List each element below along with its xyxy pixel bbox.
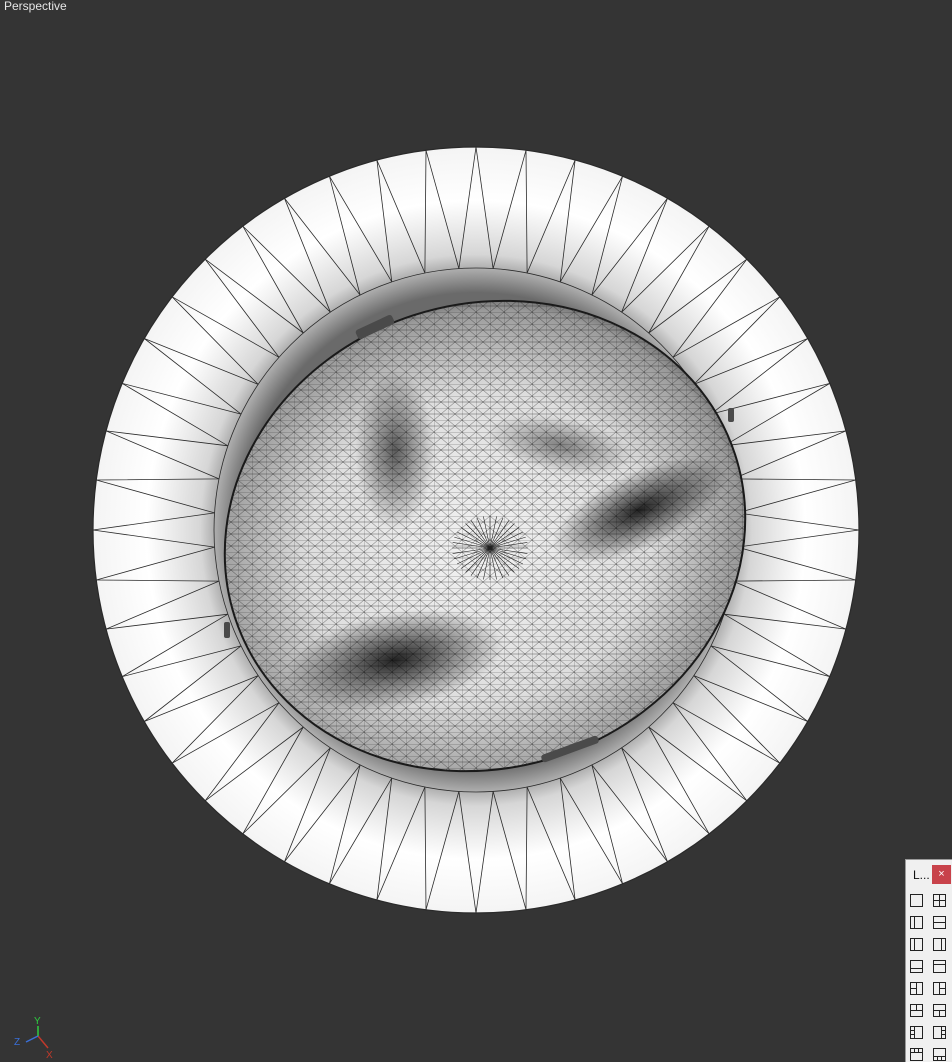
- layout-button-split-vertical[interactable]: [909, 937, 924, 952]
- four-viewports-icon: [933, 894, 946, 907]
- layout-button-split-horizontal-bottom[interactable]: [909, 959, 924, 974]
- axis-y-label: Y: [34, 1016, 41, 1027]
- three-viewports-top-icon: [910, 1004, 923, 1017]
- layout-button-three-viewports-right[interactable]: [932, 981, 947, 996]
- split-horizontal-top-icon: [933, 960, 946, 973]
- perspective-viewport[interactable]: Perspective X Y Z L... ×: [0, 0, 952, 1062]
- layout-button-three-viewports-left[interactable]: [909, 981, 924, 996]
- four-viewports-top-icon: [910, 1048, 923, 1061]
- mesh-scene[interactable]: [0, 0, 952, 1062]
- layout-button-four-viewports[interactable]: [932, 893, 947, 908]
- three-viewports-right-icon: [933, 982, 946, 995]
- layout-button-single-viewport[interactable]: [909, 893, 924, 908]
- layout-button-four-viewports-left[interactable]: [909, 1025, 924, 1040]
- split-vertical-right-icon: [933, 938, 946, 951]
- split-vertical-icon: [910, 938, 923, 951]
- viewport-label[interactable]: Perspective: [4, 0, 67, 13]
- layout-panel[interactable]: L... ×: [905, 859, 952, 1062]
- layout-button-split-vertical-left[interactable]: [909, 915, 924, 930]
- split-horizontal-bottom-icon: [910, 960, 923, 973]
- layout-button-four-viewports-bottom[interactable]: [932, 1047, 947, 1062]
- layout-button-split-vertical-right[interactable]: [932, 937, 947, 952]
- four-viewports-left-icon: [910, 1026, 923, 1039]
- three-viewports-bottom-icon: [933, 1004, 946, 1017]
- four-viewports-right-icon: [933, 1026, 946, 1039]
- layout-button-three-viewports-bottom[interactable]: [932, 1003, 947, 1018]
- layout-button-split-horizontal-top[interactable]: [932, 959, 947, 974]
- split-horizontal-icon: [933, 916, 946, 929]
- layout-panel-title: L...: [913, 868, 930, 882]
- layout-button-four-viewports-top[interactable]: [909, 1047, 924, 1062]
- four-viewports-bottom-icon: [933, 1048, 946, 1061]
- close-button[interactable]: ×: [932, 865, 951, 884]
- three-viewports-left-icon: [910, 982, 923, 995]
- split-vertical-left-icon: [910, 916, 923, 929]
- axis-z-label: Z: [14, 1037, 20, 1048]
- layout-button-four-viewports-right[interactable]: [932, 1025, 947, 1040]
- single-viewport-icon: [910, 894, 923, 907]
- axis-x-label: X: [46, 1050, 53, 1060]
- layout-button-three-viewports-top[interactable]: [909, 1003, 924, 1018]
- axis-gizmo: X Y Z: [14, 1016, 53, 1060]
- layout-button-split-horizontal[interactable]: [932, 915, 947, 930]
